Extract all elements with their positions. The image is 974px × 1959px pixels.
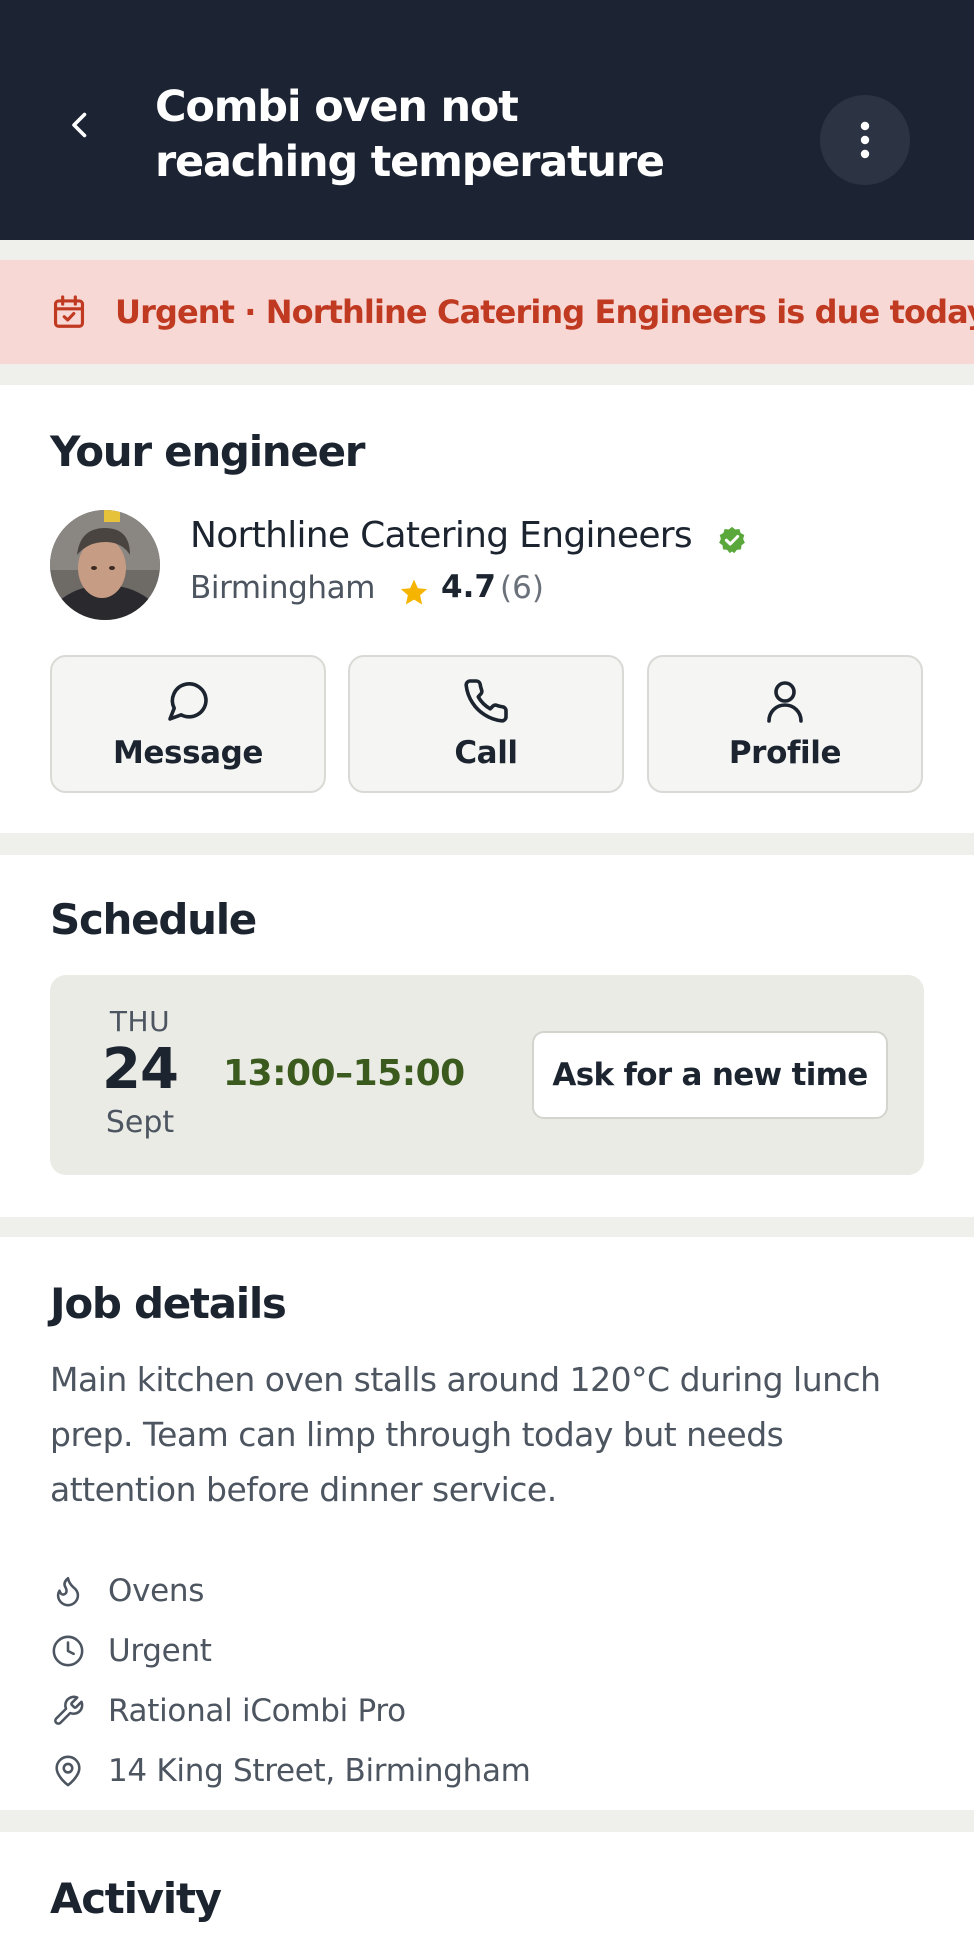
star-icon [400,579,428,605]
call-button-label: Call [454,735,518,771]
job-details-heading: Job details [50,1279,287,1328]
engineer-heading: Your engineer [50,427,365,476]
message-circle-icon [168,682,208,721]
profile-button-label: Profile [728,735,842,771]
profile-button[interactable]: Profile [647,655,923,793]
schedule-heading: Schedule [50,895,257,944]
detail-priority: Urgent [50,1629,212,1673]
rating-value: 4.7 [441,569,496,605]
user-icon [767,681,803,723]
detail-appliance-text: Rational iCombi Pro [108,1693,406,1729]
schedule-month: Sept [105,1105,175,1140]
verified-badge-icon [719,526,745,554]
engineer-photo [50,510,160,620]
schedule-day: THU [109,1005,171,1038]
back-button[interactable] [50,95,110,155]
job-description: Main kitchen oven stalls around 120°C du… [50,1360,881,1509]
rating-count: (6) [500,570,544,606]
wrench-icon [54,1695,84,1725]
app-header: Combi oven not reaching temperature [0,0,974,240]
calendar-check-icon [53,295,85,328]
more-vertical-icon [860,121,870,159]
schedule-time-slot: 13:00–15:00 [223,1053,465,1094]
schedule-section: Schedule THU 24 Sept 13:00–15:00 Ask for… [0,855,974,1217]
message-button-label: Message [112,735,264,771]
detail-category: Ovens [50,1569,204,1613]
ask-new-time-button[interactable]: Ask for a new time [532,1031,888,1119]
flame-icon [56,1576,80,1607]
more-options-button[interactable] [820,95,910,185]
message-button[interactable]: Message [50,655,326,793]
avatar[interactable] [50,510,160,620]
schedule-date: 24 [102,1037,179,1102]
phone-icon [464,679,508,723]
call-button[interactable]: Call [348,655,624,793]
detail-category-text: Ovens [108,1573,205,1609]
detail-appliance: Rational iCombi Pro [50,1689,406,1733]
urgent-banner-text: Urgent · Northline Catering Engineers is… [115,293,974,331]
job-details-section: Job details Main kitchen oven stalls aro… [0,1237,974,1810]
detail-address-text: 14 King Street, Birmingham [108,1753,531,1789]
clock-icon [52,1635,84,1667]
page-title: Combi oven not reaching temperature [155,82,665,187]
map-pin-icon [55,1755,81,1787]
activity-heading: Activity [50,1874,222,1923]
urgent-banner: Urgent · Northline Catering Engineers is… [0,260,974,364]
activity-section: Activity [0,1832,974,1959]
job-detail-screen: Combi oven not reaching temperature Urge… [0,0,974,1959]
detail-priority-text: Urgent [108,1633,212,1669]
engineer-section: Your engineer Northline Catering Enginee… [0,385,974,833]
engineer-location: Birmingham [190,570,376,606]
detail-address: 14 King Street, Birmingham [50,1749,531,1793]
schedule-card: THU 24 Sept 13:00–15:00 Ask for a new ti… [50,975,924,1175]
chevron-left-icon [72,112,87,138]
engineer-name[interactable]: Northline Catering Engineers [190,515,693,556]
